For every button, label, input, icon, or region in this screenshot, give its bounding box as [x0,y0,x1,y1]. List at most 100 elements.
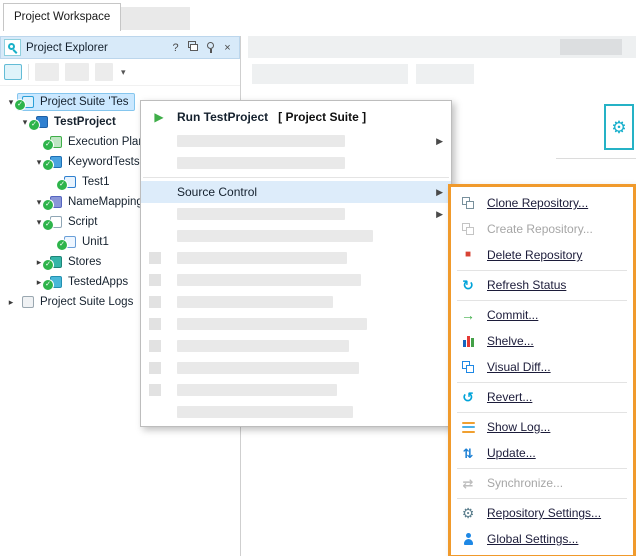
menu-item-redacted[interactable] [141,152,451,174]
tree-item-icon-wrap: ✓ [48,155,64,169]
testcomplete-window: Project Workspace Project Explorer ? × ▾… [0,0,636,556]
side-gear-button[interactable]: ⚙ [604,104,634,150]
menu-item-redacted[interactable] [141,335,451,357]
submenu-item-label: Show Log... [487,420,550,434]
menu-label-redacted [177,208,345,220]
delete-repository-icon: ■ [465,250,471,260]
tree-item-label: TestedApps [68,276,128,288]
submenu-item-update[interactable]: ⇅Update... [451,440,633,466]
help-icon[interactable]: ? [169,41,182,55]
submenu-item-shelve[interactable]: Shelve... [451,328,633,354]
submenu-item-label: Revert... [487,390,532,404]
submenu-icon-wrap [459,195,477,211]
tree-item-icon-wrap: ✓ [48,195,64,209]
submenu-item-label: Delete Repository [487,248,582,262]
source-control-check-icon: ✓ [56,179,68,191]
submenu-item-label: Clone Repository... [487,196,588,210]
tree-item-icon-wrap: ✓ [48,135,64,149]
menu-run-suffix: [ Project Suite ] [278,110,366,124]
submenu-icon-wrap: → [459,307,477,323]
menu-label-redacted [177,157,345,169]
submenu-item-label: Visual Diff... [487,360,551,374]
menu-item-redacted[interactable]: ▶ [141,130,451,152]
tree-item-body: ✓Unit1 [60,234,114,250]
menu-item-redacted[interactable] [141,357,451,379]
menu-item-redacted[interactable] [141,291,451,313]
panel-divider [556,158,636,159]
tab-project-workspace[interactable]: Project Workspace [3,3,121,31]
submenu-icon-wrap: ↻ [459,277,477,293]
run-icon: ▶ [154,111,163,123]
submenu-item-global-settings[interactable]: Global Settings... [451,526,633,552]
tree-item-label: Test1 [82,176,110,188]
chevron-right-icon[interactable]: ▸ [4,292,18,312]
tree-item-body: ✓Test1 [60,174,115,190]
menu-item-label: Source Control [177,185,257,199]
toolbar-dropdown-caret[interactable]: ▾ [119,67,128,78]
menu-label-redacted [177,135,345,147]
menu-item-redacted[interactable] [141,401,451,423]
submenu-separator [457,382,627,383]
submenu-item-show-log[interactable]: Show Log... [451,414,633,440]
tree-item-icon-wrap: ✓ [20,95,36,109]
submenu-item-label: Global Settings... [487,532,578,546]
toolbar-button-redacted[interactable] [35,63,59,81]
tree-item-label: Unit1 [82,236,109,248]
close-icon[interactable]: × [221,41,234,55]
menu-item-redacted[interactable] [141,269,451,291]
submenu-item-label: Commit... [487,308,538,322]
tree-item-label: Project Suite Logs [40,296,133,308]
source-control-check-icon: ✓ [42,199,54,211]
submenu-icon-wrap: ⇅ [459,445,477,461]
menu-item-redacted[interactable] [141,247,451,269]
tree-item-label: Script [68,216,97,228]
tree-item-body: ✓TestedApps [46,274,133,290]
submenu-item-refresh-status[interactable]: ↻Refresh Status [451,272,633,298]
float-window-icon[interactable] [187,41,200,54]
menu-icon-redacted [149,318,161,330]
submenu-item-commit[interactable]: → Commit... [451,302,633,328]
editor-toolbar-redacted[interactable] [252,64,408,84]
menu-icon-redacted [149,274,161,286]
menu-item-run-testproject[interactable]: ▶ Run TestProject [ Project Suite ] [141,104,451,130]
source-control-check-icon: ✓ [42,219,54,231]
submenu-icon-wrap [459,359,477,375]
show-log-icon [462,422,475,433]
menu-label-redacted [177,274,361,286]
tree-item-body: ✓Stores [46,254,106,270]
menu-icon-redacted [149,340,161,352]
submenu-icon-wrap [459,531,477,547]
project-explorer-icon [4,39,21,56]
toolbar-button-redacted[interactable] [95,63,113,81]
source-control-submenu: Clone Repository...Create Repository...■… [448,184,636,556]
toolbar-button-redacted[interactable] [65,63,89,81]
tree-item-body: ✓NameMapping [46,194,148,210]
menu-label-redacted [177,252,347,264]
tree-item-body: ✓ Project Suite 'Tes [18,94,134,110]
menu-item-redacted[interactable] [141,379,451,401]
pin-icon[interactable] [205,41,216,55]
submenu-arrow-icon: ▶ [436,203,443,225]
tree-item-label: Execution Plan [68,136,145,148]
source-control-check-icon: ✓ [28,119,40,131]
submenu-item-repository-settings[interactable]: ⚙ Repository Settings... [451,500,633,526]
submenu-icon-wrap: ■ [459,247,477,263]
submenu-item-label: Repository Settings... [487,506,601,520]
repository-settings-icon: ⚙ [462,506,475,520]
tree-item-label: Project Suite 'Tes [40,96,129,108]
menu-item-redacted[interactable]: ▶ [141,203,451,225]
submenu-item-visual-diff[interactable]: Visual Diff... [451,354,633,380]
menu-item-redacted[interactable] [141,225,451,247]
editor-toolbar-redacted[interactable] [416,64,474,84]
submenu-item-delete-repository[interactable]: ■ Delete Repository [451,242,633,268]
menu-item-redacted[interactable] [141,313,451,335]
menu-run-label: Run TestProject [177,110,268,124]
menu-label-redacted [177,318,367,330]
explorer-view-icon[interactable] [4,64,22,80]
context-menu: ▶Run TestProject[ Project Suite ]▶Source… [140,100,452,427]
submenu-item-clone-repository[interactable]: Clone Repository... [451,190,633,216]
submenu-item-revert[interactable]: ↺Revert... [451,384,633,410]
menu-item-source-control[interactable]: Source Control▶ [141,181,451,203]
tab-redacted[interactable] [110,7,190,30]
tree-item-icon-wrap: ✓ [48,215,64,229]
